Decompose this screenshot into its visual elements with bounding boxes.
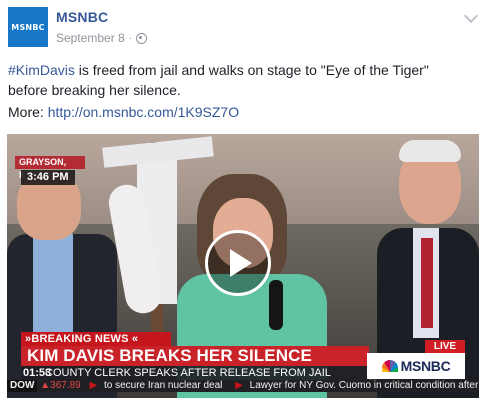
news-ticker: DOW ▲367.89 ▶ to secure Iran nuclear dea… [7, 380, 479, 392]
network-logo-text: MSNBC [400, 358, 451, 374]
post-link[interactable]: http://on.msnbc.com/1K9SZ7O [48, 104, 239, 120]
breaking-news-label: »BREAKING NEWS « [21, 332, 171, 346]
ticker-dow-value: ▲367.89 [40, 380, 81, 391]
ticker-dow-label: DOW [7, 380, 38, 392]
play-button[interactable] [205, 230, 271, 296]
post-date[interactable]: September 8 [56, 31, 125, 45]
post-author[interactable]: MSNBC [56, 9, 108, 25]
time-label: 3:46 PM [21, 170, 75, 185]
chyron-headline: KIM DAVIS BREAKS HER SILENCE [21, 346, 369, 366]
hashtag-link[interactable]: #KimDavis [8, 62, 75, 78]
play-icon [230, 249, 252, 277]
facebook-post: MSNBC MSNBC September 8 · #KimDavis is f… [0, 0, 486, 408]
location-bug: GRAYSON, KY 3:46 PM [15, 156, 85, 186]
person-right-hair [399, 140, 461, 162]
globe-icon[interactable] [136, 32, 148, 44]
chevron-down-icon[interactable] [463, 8, 479, 24]
post-message: #KimDavis is freed from jail and walks o… [8, 60, 468, 100]
video-elapsed-time: 01:53 [23, 367, 52, 379]
avatar[interactable]: MSNBC [8, 7, 48, 47]
ticker-item: to secure Iran nuclear deal [103, 380, 223, 391]
post-more-line: More: http://on.msnbc.com/1K9SZ7O [8, 104, 239, 120]
avatar-logo-text: MSNBC [11, 22, 45, 32]
live-badge: LIVE [425, 340, 465, 353]
post-meta: September 8 · [56, 31, 148, 45]
ticker-separator-icon: ▶ [89, 380, 98, 391]
ticker-separator-icon: ▶ [235, 380, 243, 391]
network-logo: MSNBC [367, 353, 465, 379]
microphone [269, 280, 283, 330]
location-label: GRAYSON, KY [15, 156, 85, 180]
meta-separator: · [128, 32, 133, 44]
more-label: More: [8, 104, 48, 120]
ticker-item: Lawyer for NY Gov. Cuomo in critical con… [249, 380, 479, 391]
chyron-subline: COUNTY CLERK SPEAKS AFTER RELEASE FROM J… [21, 366, 369, 380]
video-player[interactable]: GRAYSON, KY 3:46 PM »BREAKING NEWS « KIM… [7, 134, 479, 398]
person-right-tie [421, 238, 433, 328]
peacock-icon [381, 360, 398, 372]
